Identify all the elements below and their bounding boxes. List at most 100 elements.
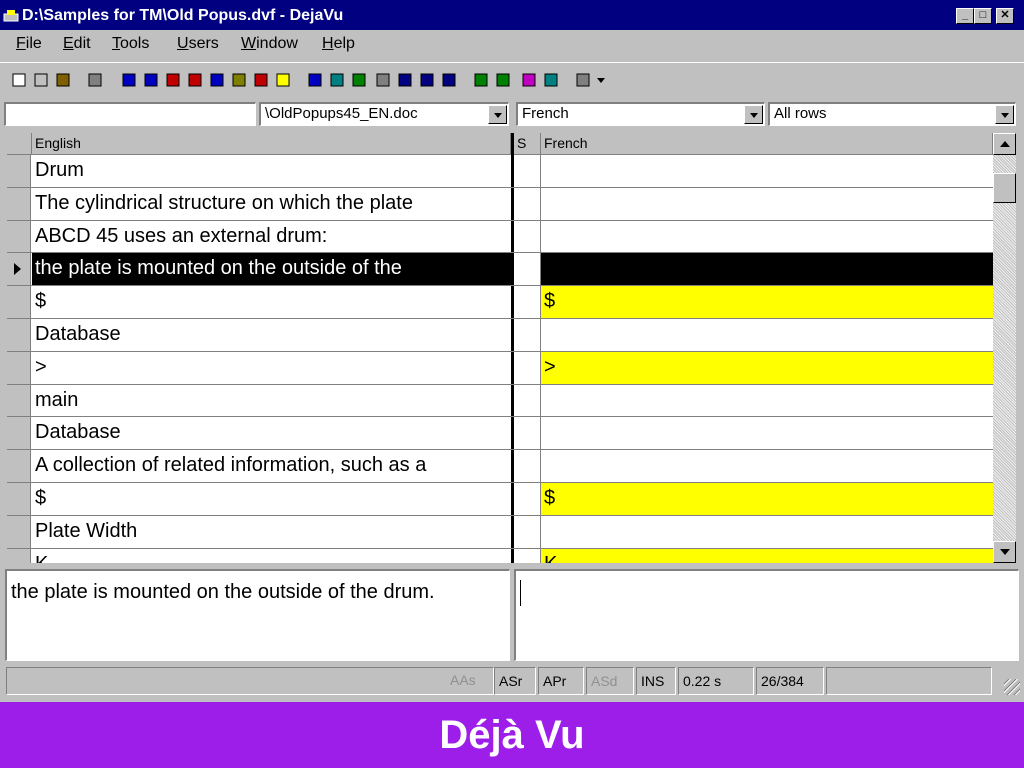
target-cell[interactable] xyxy=(541,253,993,286)
row-selector[interactable] xyxy=(7,220,31,253)
scroll-down-button[interactable] xyxy=(993,541,1016,563)
status-cell[interactable] xyxy=(511,450,541,482)
source-cell[interactable]: Database xyxy=(32,319,511,351)
language-select[interactable]: French xyxy=(516,102,765,126)
table-row[interactable]: KK xyxy=(7,548,993,563)
chevron-down-icon[interactable] xyxy=(744,105,763,124)
menu-file[interactable]: File xyxy=(16,35,42,53)
sort-button[interactable] xyxy=(206,69,228,91)
arrow-down-2-button[interactable] xyxy=(492,69,514,91)
row-selector[interactable] xyxy=(7,548,31,563)
table-row[interactable]: Drum xyxy=(7,155,993,188)
scroll-up-button[interactable] xyxy=(993,133,1016,155)
table-row[interactable]: Database xyxy=(7,417,993,451)
table-row[interactable]: $ $ xyxy=(7,483,993,516)
maximize-button[interactable]: □ xyxy=(974,8,992,24)
table-row[interactable]: Plate Width xyxy=(7,515,993,549)
status-cell[interactable] xyxy=(511,253,541,286)
row-selector[interactable] xyxy=(7,450,31,482)
target-cell[interactable] xyxy=(541,516,993,548)
target-cell[interactable] xyxy=(541,450,993,482)
table-row[interactable]: the plate is mounted on the outside of t… xyxy=(7,253,993,287)
table-row[interactable]: Database xyxy=(7,319,993,352)
lexicon-button[interactable] xyxy=(326,69,348,91)
status-cell[interactable] xyxy=(511,384,541,417)
menu-tools[interactable]: Tools xyxy=(112,35,149,53)
arrow-up-left-button[interactable] xyxy=(416,69,438,91)
source-cell[interactable]: > xyxy=(32,352,511,384)
source-cell[interactable]: A collection of related information, suc… xyxy=(32,450,511,482)
filter-select[interactable]: All rows xyxy=(768,102,1016,126)
target-cell[interactable] xyxy=(541,417,993,449)
target-cell[interactable]: $ xyxy=(541,483,993,515)
row-selector[interactable] xyxy=(7,319,31,351)
scan-button[interactable] xyxy=(118,69,140,91)
arrow-down-button[interactable] xyxy=(470,69,492,91)
status-cell[interactable] xyxy=(511,417,541,450)
row-selector[interactable] xyxy=(7,187,31,220)
column-header-source[interactable]: English xyxy=(32,133,511,155)
row-selector[interactable] xyxy=(7,384,31,417)
status-cell[interactable] xyxy=(511,286,541,318)
book-button[interactable] xyxy=(518,69,540,91)
menu-help[interactable]: Help xyxy=(322,35,355,53)
segment-search-input[interactable] xyxy=(4,102,256,126)
row-selector[interactable] xyxy=(7,253,31,286)
spellcheck-button[interactable] xyxy=(228,69,250,91)
resize-grip-icon[interactable] xyxy=(1004,679,1020,695)
chevron-down-icon[interactable] xyxy=(488,105,507,124)
target-cell[interactable] xyxy=(541,221,993,253)
open-button[interactable] xyxy=(30,69,52,91)
pretranslate-button[interactable] xyxy=(140,69,162,91)
terminology-button[interactable] xyxy=(348,69,370,91)
red-shape-2-button[interactable] xyxy=(184,69,206,91)
find-button[interactable] xyxy=(394,69,416,91)
source-editor[interactable]: the plate is mounted on the outside of t… xyxy=(5,569,510,661)
status-cell[interactable] xyxy=(511,220,541,253)
export-button[interactable] xyxy=(540,69,562,91)
target-cell[interactable] xyxy=(541,319,993,351)
chevron-down-icon[interactable] xyxy=(995,105,1014,124)
table-row[interactable]: The cylindrical structure on which the p… xyxy=(7,187,993,221)
source-cell[interactable]: ABCD 45 uses an external drum: xyxy=(32,221,511,253)
minimize-button[interactable]: _ xyxy=(956,8,974,24)
source-cell[interactable]: $ xyxy=(32,286,511,318)
file-select[interactable]: \OldPopups45_EN.doc xyxy=(259,102,509,126)
vertical-scrollbar[interactable] xyxy=(993,133,1016,563)
arrow-up-left-2-button[interactable] xyxy=(438,69,460,91)
status-cell[interactable] xyxy=(511,351,541,384)
table-row[interactable]: main xyxy=(7,384,993,418)
source-cell[interactable]: Drum xyxy=(32,155,511,187)
source-cell[interactable]: The cylindrical structure on which the p… xyxy=(32,188,511,220)
source-cell[interactable]: main xyxy=(32,385,511,417)
target-cell[interactable]: K xyxy=(541,548,993,563)
table-row[interactable]: > > xyxy=(7,351,993,385)
menu-window[interactable]: Window xyxy=(241,35,298,53)
close-button[interactable]: ✕ xyxy=(996,8,1014,24)
source-cell[interactable]: Plate Width xyxy=(32,516,511,548)
arrow-right-button[interactable] xyxy=(272,69,294,91)
row-selector[interactable] xyxy=(7,483,31,515)
status-cell[interactable] xyxy=(511,515,541,548)
source-cell[interactable]: Database xyxy=(32,417,511,449)
menu-users[interactable]: Users xyxy=(177,35,219,53)
target-editor[interactable] xyxy=(514,569,1019,661)
status-cell[interactable] xyxy=(511,548,541,563)
source-cell[interactable]: the plate is mounted on the outside of t… xyxy=(32,253,511,286)
target-cell[interactable]: > xyxy=(541,351,993,384)
row-selector[interactable] xyxy=(7,286,31,318)
source-cell[interactable]: K xyxy=(32,549,511,563)
preview-button[interactable] xyxy=(304,69,326,91)
table-row[interactable]: $ $ xyxy=(7,286,993,319)
menu-edit[interactable]: Edit xyxy=(63,35,91,53)
search-replace-button[interactable] xyxy=(250,69,272,91)
settings-button[interactable] xyxy=(572,69,594,91)
scroll-thumb[interactable] xyxy=(993,173,1016,203)
red-shape-button[interactable] xyxy=(162,69,184,91)
table-row[interactable]: A collection of related information, suc… xyxy=(7,450,993,483)
source-cell[interactable]: $ xyxy=(32,483,511,515)
status-cell[interactable] xyxy=(511,155,541,187)
new-file-button[interactable] xyxy=(8,69,30,91)
target-cell[interactable] xyxy=(541,385,993,417)
column-header-target[interactable]: French xyxy=(541,133,993,155)
